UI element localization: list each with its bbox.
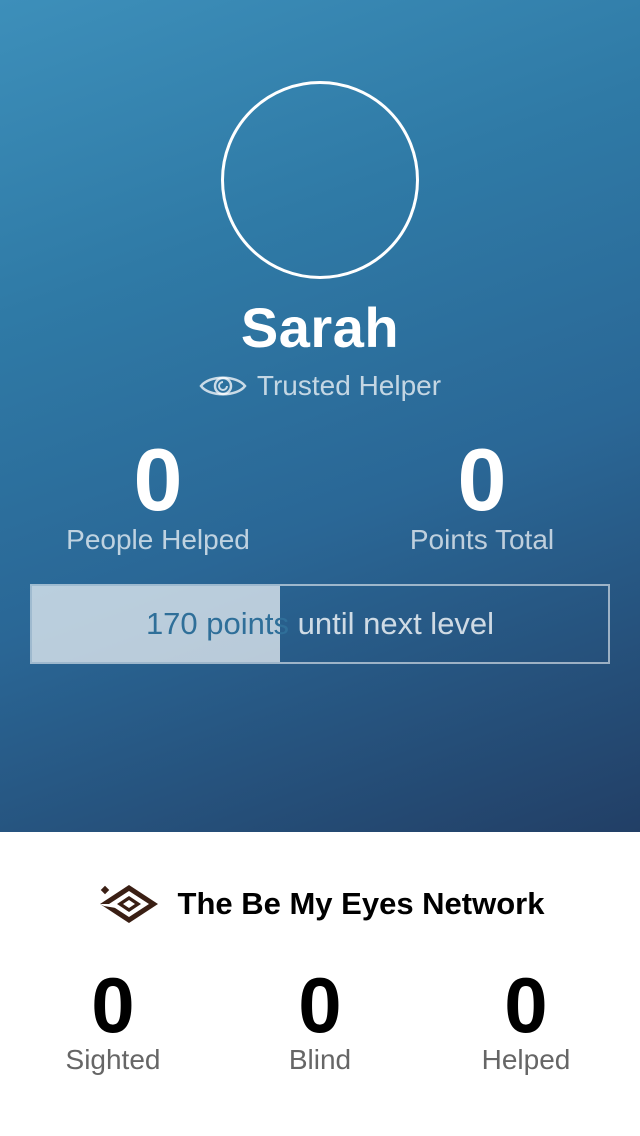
points-total-stat: 0 Points Total [352, 432, 612, 556]
progress-text-rest: until next level [289, 606, 495, 641]
helped-value: 0 [504, 961, 548, 1049]
progress-text-points: 170 points [145, 606, 289, 641]
helped-stat: 0 Helped [426, 962, 626, 1076]
eye-icon [199, 372, 247, 400]
sighted-label: Sighted [65, 1044, 161, 1075]
people-helped-value: 0 [133, 430, 183, 529]
role-label: Trusted Helper [256, 370, 442, 401]
helped-label: Helped [481, 1044, 571, 1075]
avatar[interactable] [221, 81, 419, 279]
blind-value: 0 [298, 961, 342, 1049]
people-helped-stat: 0 People Helped [28, 432, 288, 556]
role-badge: Trusted Helper [0, 366, 640, 406]
profile-section: Sarah Trusted Helper 0 People Helped 0 P… [0, 0, 640, 832]
network-title: The Be My Eyes Network [177, 886, 545, 921]
blind-stat: 0 Blind [220, 962, 420, 1076]
blind-label: Blind [288, 1044, 352, 1075]
user-name: Sarah [240, 296, 400, 359]
be-my-eyes-logo-icon [96, 881, 162, 927]
network-header: The Be My Eyes Network [0, 876, 640, 932]
sighted-stat: 0 Sighted [13, 962, 213, 1076]
points-total-label: Points Total [409, 524, 555, 555]
progress-text: 170 points until next level [32, 586, 608, 662]
sighted-value: 0 [91, 961, 135, 1049]
points-total-value: 0 [457, 430, 507, 529]
level-progress-bar: 170 points until next level [30, 584, 610, 664]
people-helped-label: People Helped [66, 524, 250, 555]
